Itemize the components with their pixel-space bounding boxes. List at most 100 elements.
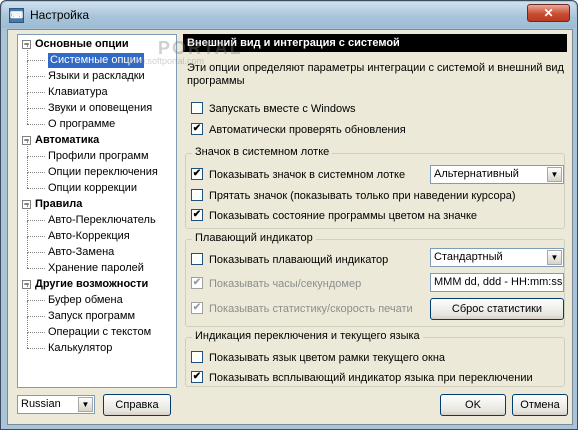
floating-style-value: Стандартный	[434, 251, 503, 263]
popup-indicator-option[interactable]: ✔ Показывать всплывающий индикатор языка …	[191, 371, 533, 385]
tree-item[interactable]: Опции коррекции	[18, 173, 176, 196]
tree-item-label: Звуки и оповещения	[48, 102, 153, 114]
tree-item[interactable]: Авто-Коррекция	[18, 221, 176, 244]
tree-connector	[27, 301, 28, 317]
tree-item-label: Опции коррекции	[48, 182, 137, 194]
language-group-title: Индикация переключения и текущего языка	[192, 330, 423, 342]
tree-item[interactable]: Операции с текстом	[18, 317, 176, 340]
language-select[interactable]: Russian ▼	[17, 395, 95, 414]
tree-item[interactable]: Авто-Замена	[18, 237, 176, 260]
tree-connector	[27, 237, 28, 253]
tree-category[interactable]: − Другие возможности	[18, 277, 176, 292]
show-clock-checkbox[interactable]: ✔	[191, 277, 203, 290]
show-state-option[interactable]: ✔ Показывать состояние программы цветом н…	[191, 209, 477, 223]
cancel-button[interactable]: Отмена	[512, 394, 568, 416]
tree-connector	[27, 61, 28, 77]
updates-checkbox[interactable]: ✔	[191, 123, 203, 136]
show-floating-checkbox[interactable]	[191, 253, 203, 266]
tree-item-label: Клавиатура	[48, 86, 108, 98]
updates-label: Автоматически проверять обновления	[209, 124, 406, 136]
show-stats-label: Показывать статистику/скорость печати	[209, 303, 413, 315]
tree-item[interactable]: О программе	[18, 109, 176, 132]
clock-format-input[interactable]: MMM dd, ddd - HH:mm:ss	[430, 273, 564, 292]
show-tray-icon-checkbox[interactable]: ✔	[191, 168, 203, 181]
tree-item-label: Запуск программ	[48, 310, 136, 322]
tree-category[interactable]: − Автоматика	[18, 133, 176, 148]
tree-connector	[27, 109, 28, 124]
tree-connector	[27, 221, 28, 237]
tree-item[interactable]: Звуки и оповещения	[18, 93, 176, 116]
settings-window: ⌨ Настройка ✕ − Основные опции Системные о…	[0, 0, 578, 430]
popup-indicator-checkbox[interactable]: ✔	[191, 371, 203, 384]
frame-color-checkbox[interactable]	[191, 351, 203, 364]
tree-connector	[27, 236, 45, 237]
tree-connector	[27, 332, 45, 333]
reset-stats-button[interactable]: Сброс статистики	[430, 298, 564, 320]
close-button[interactable]: ✕	[527, 4, 570, 22]
app-icon: ⌨	[9, 8, 24, 23]
show-stats-option[interactable]: ✔ Показывать статистику/скорость печати	[191, 302, 413, 316]
tray-icon-style-select[interactable]: Альтернативный ▼	[430, 165, 564, 184]
hide-icon-option[interactable]: Прятать значок (показывать только при на…	[191, 189, 515, 203]
startup-label: Запускать вместе с Windows	[209, 103, 356, 115]
window-title: Настройка	[30, 8, 90, 22]
tree-connector	[27, 205, 28, 221]
tree-item-label: Буфер обмена	[48, 294, 123, 306]
settings-panel: Внешний вид и интеграция с системой Эти …	[183, 34, 567, 388]
title-bar[interactable]: ⌨ Настройка ✕	[2, 2, 576, 28]
tree-connector	[27, 252, 45, 253]
show-stats-checkbox[interactable]: ✔	[191, 302, 203, 315]
tree-item[interactable]: Запуск программ	[18, 301, 176, 324]
tree-connector	[27, 141, 28, 157]
tree-connector	[27, 77, 28, 93]
updates-option[interactable]: ✔ Автоматически проверять обновления	[191, 123, 406, 137]
show-floating-option[interactable]: Показывать плавающий индикатор	[191, 253, 388, 267]
tree-category-label: Правила	[35, 198, 83, 210]
frame-color-label: Показывать язык цветом рамки текущего ок…	[209, 352, 446, 364]
tree-item[interactable]: Опции переключения	[18, 157, 176, 180]
panel-description: Эти опции определяют параметры интеграци…	[187, 62, 564, 87]
chevron-down-icon[interactable]: ▼	[547, 250, 562, 265]
tree-category-label: Автоматика	[35, 134, 100, 146]
tree-item-label: Языки и раскладки	[48, 70, 145, 82]
startup-checkbox[interactable]	[191, 102, 203, 115]
show-tray-icon-option[interactable]: ✔ Показывать значок в системном лотке	[191, 168, 405, 182]
startup-option[interactable]: Запускать вместе с Windows	[191, 102, 356, 116]
tree-item-label: О программе	[48, 118, 116, 130]
chevron-down-icon[interactable]: ▼	[547, 167, 562, 182]
dialog-client: − Основные опции Системные опции Языки и ра…	[7, 29, 573, 425]
tree-item[interactable]: Калькулятор	[18, 333, 176, 356]
show-clock-label: Показывать часы/секундомер	[209, 278, 362, 290]
tree-item[interactable]: Авто-Переключатель	[18, 205, 176, 228]
show-clock-option[interactable]: ✔ Показывать часы/секундомер	[191, 277, 361, 291]
tree-connector	[27, 268, 45, 269]
tree-connector	[27, 45, 28, 61]
help-button[interactable]: Справка	[103, 394, 171, 416]
tree-connector	[27, 173, 28, 188]
tree-connector	[27, 157, 28, 173]
tree-connector	[27, 172, 45, 173]
tree-category[interactable]: − Правила	[18, 197, 176, 212]
settings-tree[interactable]: − Основные опции Системные опции Языки и ра…	[17, 34, 177, 388]
hide-icon-label: Прятать значок (показывать только при на…	[209, 190, 516, 202]
tree-item-label: Опции переключения	[48, 166, 158, 178]
tree-category-label: Другие возможности	[35, 278, 149, 290]
language-value: Russian	[21, 398, 61, 410]
tree-connector	[27, 93, 28, 109]
tree-item[interactable]: Профили программ	[18, 141, 176, 164]
ok-button[interactable]: OK	[440, 394, 506, 416]
tree-connector	[27, 76, 45, 77]
tree-category[interactable]: − Основные опции	[18, 37, 176, 52]
frame-color-option[interactable]: Показывать язык цветом рамки текущего ок…	[191, 351, 445, 365]
hide-icon-checkbox[interactable]	[191, 189, 203, 202]
tree-connector	[27, 188, 45, 189]
tree-item[interactable]: Хранение паролей	[18, 253, 176, 276]
tree-item[interactable]: Буфер обмена	[18, 285, 176, 308]
tree-item-label: Авто-Коррекция	[48, 230, 130, 242]
chevron-down-icon[interactable]: ▼	[78, 397, 93, 412]
show-state-checkbox[interactable]: ✔	[191, 209, 203, 222]
floating-style-select[interactable]: Стандартный ▼	[430, 248, 564, 267]
tree-item[interactable]: Клавиатура	[18, 77, 176, 100]
tree-connector	[27, 108, 45, 109]
tree-item[interactable]: Языки и раскладки	[18, 61, 176, 84]
